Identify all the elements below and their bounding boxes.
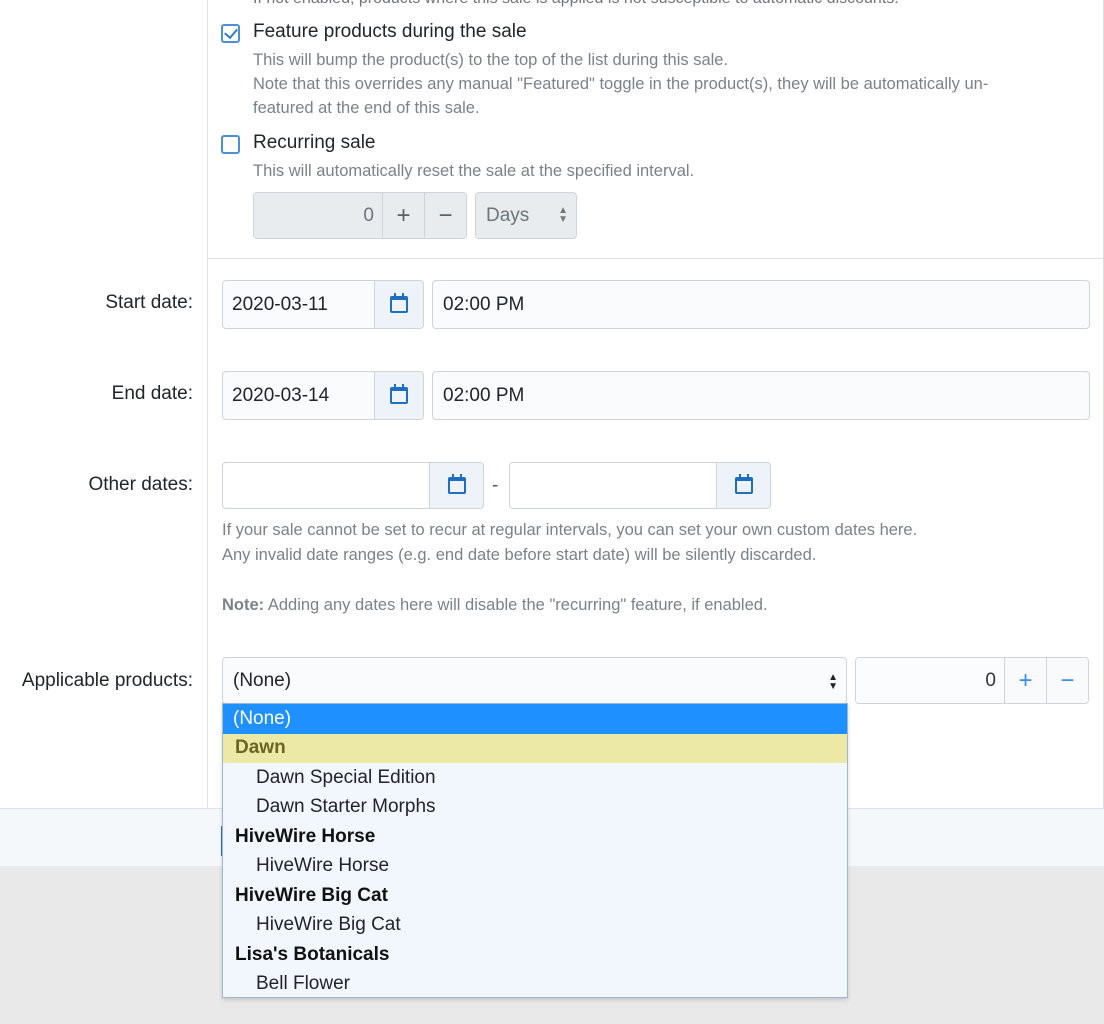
recurring-unit-select[interactable]: Days ▲ ▼: [475, 192, 577, 239]
recurring-increment-button[interactable]: +: [382, 193, 424, 238]
applicable-increment-button[interactable]: +: [1004, 658, 1046, 703]
applicable-products-label: Applicable products:: [21, 670, 193, 691]
feature-products-checkbox[interactable]: [221, 24, 240, 43]
other-dates-to-calendar-button[interactable]: [717, 462, 771, 509]
start-time-input[interactable]: 02:00 PM: [432, 280, 1090, 329]
calendar-icon: [447, 474, 466, 494]
dropdown-option[interactable]: Bell Flower: [223, 970, 847, 998]
dropdown-option[interactable]: (None): [223, 704, 847, 734]
applicable-products-select[interactable]: (None) ▲ ▼: [222, 657, 847, 704]
dropdown-option[interactable]: Dawn Starter Morphs: [223, 793, 847, 823]
calendar-icon: [734, 474, 753, 494]
other-dates-from-calendar-button[interactable]: [430, 462, 484, 509]
calendar-icon: [390, 293, 408, 313]
dropdown-group-header: Lisa's Botanicals: [235, 943, 390, 965]
dropdown-option[interactable]: HiveWire Horse: [223, 852, 847, 882]
other-dates-note: Note: Adding any dates here will disable…: [222, 593, 768, 617]
recurring-unit-value: Days: [486, 204, 530, 226]
section-divider: [208, 258, 1104, 259]
recurring-interval-stepper: 0 + −: [253, 192, 467, 239]
select-arrows-icon: ▲ ▼: [828, 672, 838, 692]
other-dates-label: Other dates:: [88, 474, 193, 495]
recurring-help: This will automatically reset the sale a…: [253, 162, 695, 180]
other-dates-to-input[interactable]: [509, 462, 717, 509]
calendar-icon: [390, 384, 408, 404]
dropdown-option[interactable]: Dawn Special Edition: [223, 763, 847, 793]
feature-products-label: Feature products during the sale: [253, 21, 527, 42]
other-dates-from-input[interactable]: [222, 462, 430, 509]
other-dates-help-2: Any invalid date ranges (e.g. end date b…: [222, 546, 817, 564]
dropdown-group-header: Dawn: [223, 733, 847, 763]
other-dates-help-1: If your sale cannot be set to recur at r…: [222, 521, 918, 539]
dropdown-group-header: HiveWire Big Cat: [235, 884, 388, 906]
applicable-decrement-button[interactable]: −: [1046, 658, 1088, 703]
end-time-input[interactable]: 02:00 PM: [432, 371, 1090, 420]
start-date-label: Start date:: [105, 292, 193, 313]
label-column-divider: [207, 0, 208, 808]
applicable-quantity-stepper: 0 + −: [855, 657, 1089, 704]
dropdown-group-header: HiveWire Horse: [235, 825, 376, 847]
recurring-interval-input[interactable]: 0: [254, 193, 382, 238]
recurring-sale-label: Recurring sale: [253, 132, 376, 153]
note-text: Adding any dates here will disable the "…: [264, 596, 768, 614]
feature-help-3: featured at the end of this sale.: [253, 99, 480, 117]
recurring-sale-checkbox[interactable]: [221, 135, 240, 154]
end-date-input[interactable]: 2020-03-14: [222, 371, 375, 420]
applicable-products-value: (None): [233, 669, 292, 691]
start-date-calendar-button[interactable]: [375, 280, 424, 329]
note-bold: Note:: [222, 596, 265, 614]
feature-help-2: Note that this overrides any manual "Fea…: [253, 75, 989, 93]
dropdown-option[interactable]: HiveWire Big Cat: [223, 911, 847, 941]
applicable-quantity-input[interactable]: 0: [856, 658, 1004, 703]
select-arrows-icon: ▲ ▼: [558, 205, 568, 225]
start-date-input[interactable]: 2020-03-11: [222, 280, 375, 329]
applicable-products-dropdown: (None) Dawn Dawn Special Edition Dawn St…: [222, 703, 848, 998]
date-range-separator: -: [492, 475, 499, 496]
recurring-decrement-button[interactable]: −: [424, 193, 466, 238]
automatic-discounts-help: If not enabled, products where this sale…: [253, 0, 899, 8]
end-date-calendar-button[interactable]: [375, 371, 424, 420]
feature-help-1: This will bump the product(s) to the top…: [253, 51, 729, 69]
end-date-label: End date:: [111, 383, 193, 404]
